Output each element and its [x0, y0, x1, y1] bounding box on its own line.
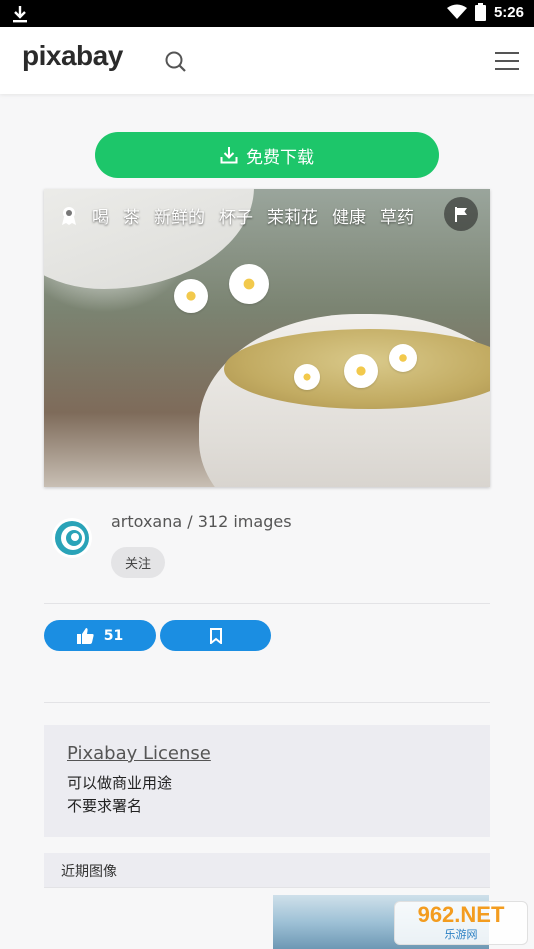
download-icon: [220, 147, 238, 164]
watermark-brand: 962.NET: [417, 902, 505, 927]
search-icon[interactable]: [163, 49, 189, 75]
divider: [44, 702, 490, 703]
clock: 5:26: [493, 3, 524, 21]
author-name-and-count[interactable]: artoxana / 312 images: [111, 512, 292, 531]
main-photo[interactable]: 喝 茶 新鲜的 杯子 茉莉花 健康 草药: [44, 189, 490, 487]
report-flag-button[interactable]: [444, 197, 478, 231]
download-label: 免费下载: [246, 147, 314, 168]
license-box: Pixabay License 可以做商业用途 不要求署名: [44, 725, 490, 837]
status-bar: 5:26: [0, 0, 534, 27]
like-count: 51: [103, 627, 124, 644]
license-title-link[interactable]: Pixabay License: [67, 743, 467, 764]
wifi-icon: [446, 4, 467, 19]
recent-images-header: 近期图像: [44, 853, 490, 887]
follow-button[interactable]: 关注: [111, 547, 165, 578]
like-button[interactable]: 51: [44, 620, 156, 651]
jasmine-flower: [174, 279, 208, 313]
app-header: pixabay: [0, 27, 534, 94]
thumbs-up-icon: [76, 627, 94, 644]
hamburger-menu-icon[interactable]: [494, 49, 520, 73]
license-line: 可以做商业用途: [67, 774, 173, 792]
jasmine-flower: [229, 264, 269, 304]
author-avatar[interactable]: [52, 518, 92, 558]
site-watermark-logo: 962.NET 乐游网: [394, 901, 528, 945]
jasmine-flower: [344, 354, 378, 388]
tag-link[interactable]: 喝: [92, 203, 109, 228]
watermark-sub: 乐游网: [444, 928, 478, 941]
battery-icon: [474, 3, 486, 21]
download-notification-icon: [13, 6, 27, 23]
flag-icon: [455, 207, 467, 222]
divider: [44, 887, 490, 888]
tag-link[interactable]: 新鲜的: [154, 203, 205, 228]
award-icon[interactable]: [60, 206, 78, 226]
tag-link[interactable]: 健康: [332, 203, 366, 228]
pixabay-logo[interactable]: pixabay: [22, 40, 123, 72]
tag-link[interactable]: 茶: [123, 203, 140, 228]
tag-link[interactable]: 草药: [380, 203, 414, 228]
divider: [44, 603, 490, 604]
jasmine-flower: [389, 344, 417, 372]
license-line: 不要求署名: [67, 797, 143, 815]
tag-row: 喝 茶 新鲜的 杯子 茉莉花 健康 草药: [60, 203, 414, 228]
bookmark-icon: [209, 627, 222, 644]
free-download-button[interactable]: 免费下载: [95, 132, 439, 178]
tag-link[interactable]: 茉莉花: [267, 203, 318, 228]
tag-link[interactable]: 杯子: [219, 203, 253, 228]
jasmine-flower: [294, 364, 320, 390]
bookmark-button[interactable]: [160, 620, 271, 651]
